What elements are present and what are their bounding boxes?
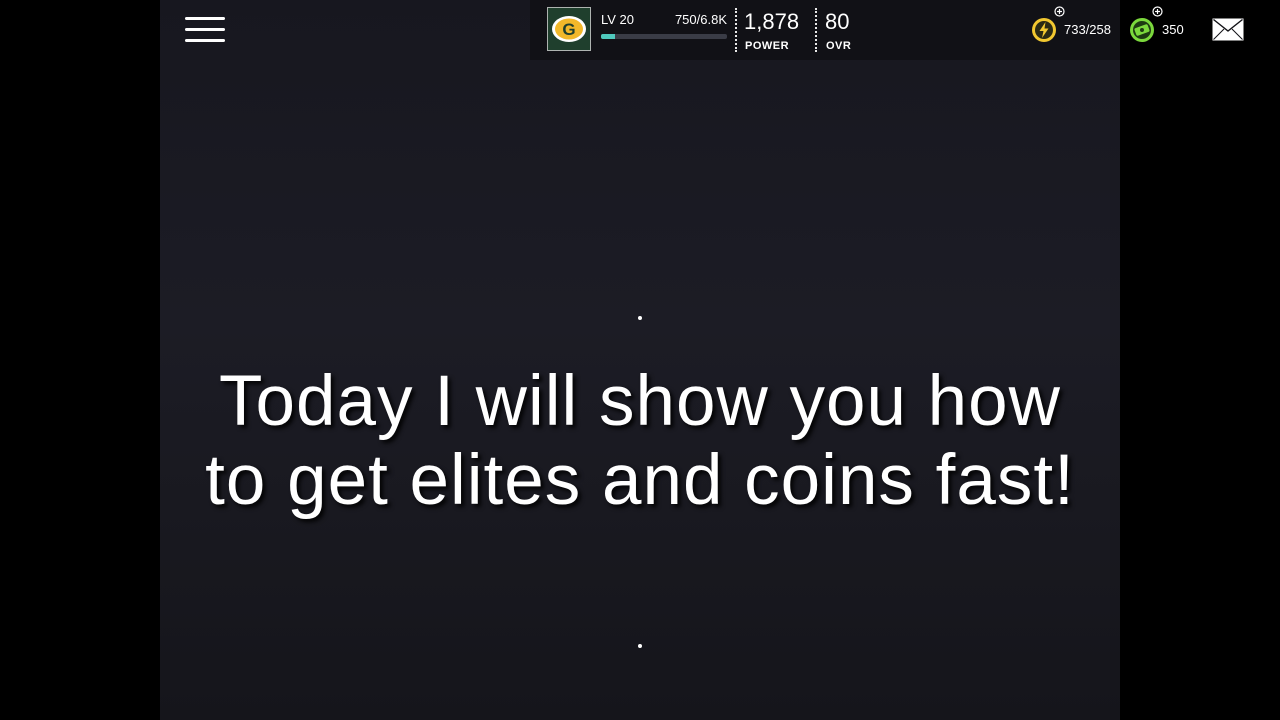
loading-dot	[638, 316, 642, 320]
menu-icon[interactable]	[185, 17, 227, 45]
top-hud: G LV 20 750/6.8K 1,878 POWER 80 OVR 733/…	[530, 0, 1244, 60]
add-stamina-icon[interactable]	[1054, 6, 1065, 17]
power-label: POWER	[745, 40, 790, 52]
add-cash-icon[interactable]	[1152, 6, 1163, 17]
level-label: LV 20	[601, 12, 635, 27]
divider	[815, 8, 817, 52]
xp-text: 750/6.8K	[674, 12, 727, 27]
team-logo-icon: G	[552, 16, 586, 42]
stamina-value: 733/258	[1064, 22, 1111, 37]
divider	[735, 8, 737, 52]
loading-dot	[638, 644, 642, 648]
team-logo[interactable]: G	[547, 7, 591, 51]
mail-icon[interactable]	[1212, 18, 1244, 41]
xp-progress-bar	[601, 34, 727, 39]
team-logo-letter: G	[562, 20, 575, 39]
cash-value: 350	[1162, 22, 1184, 37]
game-screen: G LV 20 750/6.8K 1,878 POWER 80 OVR 733/…	[160, 0, 1244, 720]
cash-icon	[1130, 18, 1154, 42]
lightning-icon	[1032, 18, 1056, 42]
caption-line-1: Today I will show you how	[219, 362, 1061, 441]
caption-line-2: to get elites and coins fast!	[205, 441, 1075, 520]
xp-progress-fill	[601, 34, 615, 39]
power-value: 1,878	[744, 9, 800, 34]
video-caption: Today I will show you how to get elites …	[160, 362, 1120, 520]
ovr-label: OVR	[826, 40, 852, 52]
ovr-value: 80	[825, 9, 850, 34]
